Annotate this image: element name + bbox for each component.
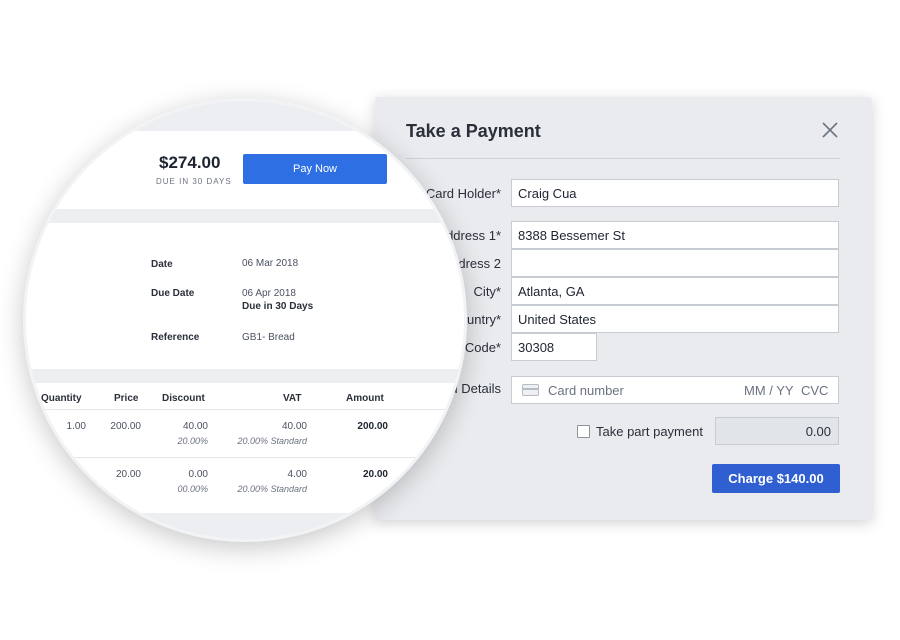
address2-input[interactable] xyxy=(511,249,839,277)
row-price: 20.00 xyxy=(115,469,141,480)
card-holder-input[interactable] xyxy=(511,179,839,207)
row-discount: 0.00 00.00% xyxy=(156,468,208,497)
row-vat-rate: 20.00% Standard xyxy=(237,484,307,494)
part-payment-checkbox[interactable] xyxy=(577,425,590,438)
invoice-table-band xyxy=(26,369,464,383)
date-value: 06 Mar 2018 xyxy=(242,258,299,269)
invoice-bottom-band xyxy=(26,513,464,539)
due-date-label: Due Date xyxy=(151,288,195,299)
col-amount: Amount xyxy=(346,393,384,404)
panel-divider xyxy=(406,158,840,159)
row-amount: 200.00 xyxy=(336,420,388,434)
row-quantity: 1.00 xyxy=(66,421,86,432)
row-vat-value: 40.00 xyxy=(281,421,307,432)
col-quantity: Quantity xyxy=(41,393,82,404)
row-discount: 40.00 20.00% xyxy=(156,420,208,449)
card-details-input[interactable]: Card number MM / YY CVC xyxy=(511,376,839,404)
row-vat-rate: 20.00% Standard xyxy=(237,436,307,446)
invoice-magnifier: $274.00 DUE IN 30 DAYS Pay Now Date 06 M… xyxy=(23,98,467,542)
pay-now-button[interactable]: Pay Now xyxy=(243,154,387,184)
invoice-top-band xyxy=(26,101,464,131)
row-discount-value: 0.00 xyxy=(188,469,208,480)
row-discount-value: 40.00 xyxy=(182,421,208,432)
due-date-value: 06 Apr 2018 Due in 30 Days xyxy=(242,287,313,313)
col-price: Price xyxy=(114,393,139,404)
row-vat: 4.00 20.00% Standard xyxy=(222,468,307,497)
city-label: City* xyxy=(473,284,501,299)
invoice-amount: $274.00 xyxy=(159,153,221,172)
due-date-text: 06 Apr 2018 xyxy=(242,288,296,299)
due-date-sub: Due in 30 Days xyxy=(242,301,314,312)
card-cvc-placeholder: CVC xyxy=(801,383,829,398)
row-amount-value: 200.00 xyxy=(357,421,388,432)
invoice-due-caption: DUE IN 30 DAYS xyxy=(156,177,232,186)
card-number-placeholder: Card number xyxy=(548,383,624,398)
row-price: 200.00 xyxy=(110,421,141,432)
invoice-preview: $274.00 DUE IN 30 DAYS Pay Now Date 06 M… xyxy=(26,101,464,539)
address1-input[interactable] xyxy=(511,221,839,249)
charge-button[interactable]: Charge $140.00 xyxy=(712,464,840,493)
credit-card-icon xyxy=(522,384,539,396)
card-expiry-placeholder: MM / YY xyxy=(744,383,794,398)
col-vat: VAT xyxy=(283,393,302,404)
col-discount: Discount xyxy=(162,393,205,404)
row-discount-pct: 20.00% xyxy=(177,436,208,446)
reference-label: Reference xyxy=(151,332,200,343)
zip-input[interactable] xyxy=(511,333,597,361)
country-input[interactable] xyxy=(511,305,839,333)
part-payment-label: Take part payment xyxy=(596,424,703,439)
table-header-divider xyxy=(26,409,464,410)
date-label: Date xyxy=(151,259,173,270)
city-input[interactable] xyxy=(511,277,839,305)
close-icon[interactable] xyxy=(821,121,839,139)
invoice-section-band xyxy=(26,209,464,223)
row-vat-value: 4.00 xyxy=(287,469,307,480)
reference-value: GB1- Bread xyxy=(242,332,295,343)
row-amount-value: 20.00 xyxy=(362,469,388,480)
row-discount-pct: 00.00% xyxy=(177,484,208,494)
table-row-divider xyxy=(26,457,464,458)
part-payment-amount[interactable]: 0.00 xyxy=(715,417,839,445)
row-vat: 40.00 20.00% Standard xyxy=(222,420,307,449)
row-amount: 20.00 xyxy=(336,468,388,482)
